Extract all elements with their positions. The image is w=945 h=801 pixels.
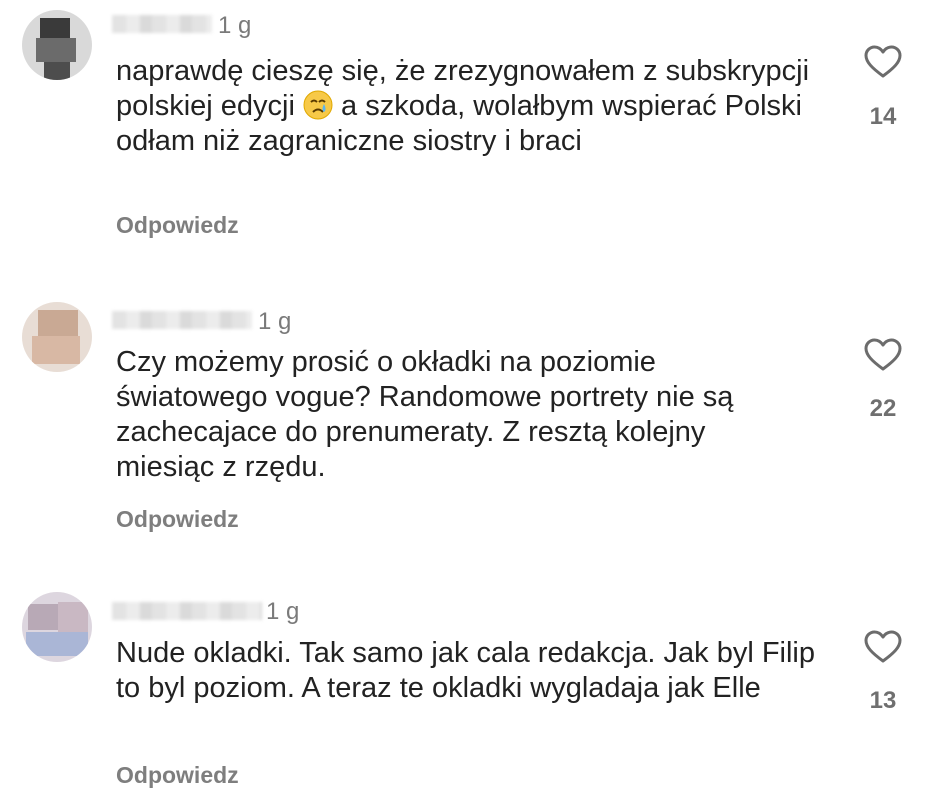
username[interactable]	[112, 15, 212, 33]
comment-2: 1 g Czy możemy prosić o okładki na pozio…	[0, 270, 945, 540]
username[interactable]	[112, 311, 252, 329]
like-count: 14	[869, 103, 897, 130]
avatar[interactable]	[22, 302, 92, 372]
comment-text: Nude okladki. Tak samo jak cala redakcja…	[116, 637, 816, 704]
comment-text: naprawdę cieszę się, że zrezygnowałem z …	[116, 54, 836, 159]
comment-1: 1 g naprawdę cieszę się, że zrezygnowałe…	[0, 0, 945, 260]
comment-time: 1 g	[218, 12, 252, 39]
reply-button[interactable]: Odpowiedz	[116, 212, 239, 239]
avatar[interactable]	[22, 10, 92, 80]
heart-outline-icon[interactable]	[864, 630, 902, 664]
comment-text: Czy możemy prosić o okładki na poziomie …	[116, 346, 734, 483]
username[interactable]	[112, 602, 262, 620]
reply-button[interactable]: Odpowiedz	[116, 762, 239, 789]
comment-time: 1 g	[266, 598, 300, 625]
like-count: 22	[869, 395, 897, 422]
reply-button[interactable]: Odpowiedz	[116, 506, 239, 533]
like-count: 13	[869, 687, 897, 714]
comment-3: 1 g Nude okladki. Tak samo jak cala reda…	[0, 560, 945, 801]
avatar[interactable]	[22, 592, 92, 662]
heart-outline-icon[interactable]	[864, 45, 902, 79]
comment-time: 1 g	[258, 308, 292, 335]
crying-face-icon	[303, 90, 333, 120]
heart-outline-icon[interactable]	[864, 338, 902, 372]
